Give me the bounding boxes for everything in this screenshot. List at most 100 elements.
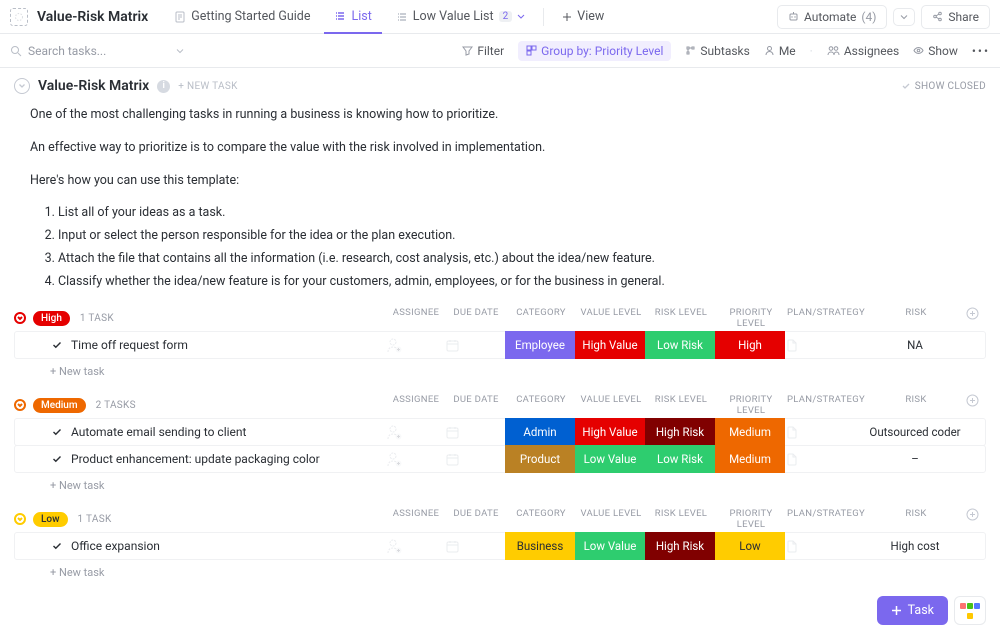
assignee-cell[interactable] [385, 423, 445, 441]
list-title[interactable]: Value-Risk Matrix [38, 78, 149, 94]
add-column[interactable] [966, 508, 986, 530]
col-category[interactable]: CATEGORY [506, 508, 576, 530]
col-value[interactable]: VALUE LEVEL [576, 508, 646, 530]
priority-badge[interactable]: High [33, 311, 70, 326]
priority-tag[interactable]: Medium [715, 418, 785, 446]
group-by-button[interactable]: Group by: Priority Level [518, 41, 671, 61]
tab-low-value-list[interactable]: Low Value List 2 [386, 0, 535, 34]
col-plan[interactable]: PLAN/STRATEGY [786, 508, 866, 530]
add-task-row[interactable]: + New task [14, 560, 986, 579]
risk-cell[interactable]: Outsourced coder [865, 425, 965, 439]
col-duedate[interactable]: DUE DATE [446, 307, 506, 329]
col-risk[interactable]: RISK [866, 307, 966, 329]
show-closed-toggle[interactable]: SHOW CLOSED [901, 81, 986, 92]
duedate-cell[interactable] [445, 539, 505, 554]
col-plan[interactable]: PLAN/STRATEGY [786, 307, 866, 329]
col-risklevel[interactable]: RISK LEVEL [646, 394, 716, 416]
automate-dropdown[interactable] [893, 8, 915, 26]
task-row[interactable]: Product enhancement: update packaging co… [14, 445, 986, 473]
tab-list[interactable]: List [324, 0, 381, 34]
priority-badge[interactable]: Low [33, 512, 68, 527]
category-tag[interactable]: Product [505, 445, 575, 473]
col-risklevel[interactable]: RISK LEVEL [646, 508, 716, 530]
assignee-cell[interactable] [385, 450, 445, 468]
plan-cell[interactable] [785, 539, 865, 553]
add-task-row[interactable]: + New task [14, 359, 986, 378]
more-menu[interactable]: ••• [972, 44, 990, 58]
priority-badge[interactable]: Medium [33, 398, 86, 413]
priority-tag[interactable]: High [715, 331, 785, 359]
category-tag[interactable]: Employee [505, 331, 575, 359]
value-tag[interactable]: High Value [575, 418, 645, 446]
search-input[interactable]: Search tasks... [10, 43, 450, 59]
task-row[interactable]: Time off request formEmployeeHigh ValueL… [14, 331, 986, 359]
plan-cell[interactable] [785, 452, 865, 466]
assignee-cell[interactable] [385, 537, 445, 555]
duedate-cell[interactable] [445, 338, 505, 353]
group-collapse[interactable] [14, 512, 28, 526]
risk-cell[interactable]: High cost [865, 539, 965, 553]
plan-cell[interactable] [785, 338, 865, 352]
col-risk[interactable]: RISK [866, 508, 966, 530]
risk-cell[interactable]: NA [865, 338, 965, 352]
col-category[interactable]: CATEGORY [506, 307, 576, 329]
col-assignee[interactable]: ASSIGNEE [386, 508, 446, 530]
col-duedate[interactable]: DUE DATE [446, 394, 506, 416]
priority-tag[interactable]: Low [715, 532, 785, 560]
desc-steps: List all of your ideas as a task. Input … [30, 204, 986, 291]
value-tag[interactable]: High Value [575, 331, 645, 359]
risklevel-tag[interactable]: Low Risk [645, 331, 715, 359]
automate-button[interactable]: Automate (4) [777, 5, 887, 29]
col-priority[interactable]: PRIORITY LEVEL [716, 394, 786, 416]
value-tag[interactable]: Low Value [575, 532, 645, 560]
col-priority[interactable]: PRIORITY LEVEL [716, 508, 786, 530]
col-priority[interactable]: PRIORITY LEVEL [716, 307, 786, 329]
category-tag[interactable]: Admin [505, 418, 575, 446]
risk-cell[interactable]: – [865, 452, 965, 466]
subtasks-button[interactable]: Subtasks [685, 44, 749, 58]
search-dropdown[interactable] [172, 43, 188, 59]
col-plan[interactable]: PLAN/STRATEGY [786, 394, 866, 416]
col-risk[interactable]: RISK [866, 394, 966, 416]
task-row[interactable]: Office expansionBusinessLow ValueHigh Ri… [14, 532, 986, 560]
share-button[interactable]: Share [921, 5, 990, 29]
task-row[interactable]: Automate email sending to clientAdminHig… [14, 418, 986, 446]
col-value[interactable]: VALUE LEVEL [576, 394, 646, 416]
risklevel-tag[interactable]: Low Risk [645, 445, 715, 473]
show-button[interactable]: Show [913, 44, 958, 58]
new-task-fab[interactable]: Task [877, 596, 948, 625]
assignee-cell[interactable] [385, 336, 445, 354]
col-category[interactable]: CATEGORY [506, 394, 576, 416]
collapse-toggle[interactable] [14, 78, 30, 94]
plan-cell[interactable] [785, 425, 865, 439]
folder-icon[interactable] [10, 8, 28, 26]
divider [543, 8, 544, 26]
page-title[interactable]: Value-Risk Matrix [37, 9, 148, 25]
apps-fab[interactable] [954, 596, 986, 625]
risklevel-tag[interactable]: High Risk [645, 532, 715, 560]
value-tag[interactable]: Low Value [575, 445, 645, 473]
add-task-row[interactable]: + New task [14, 473, 986, 492]
add-column[interactable] [966, 394, 986, 416]
filter-button[interactable]: Filter [462, 44, 504, 58]
list-title-wrap: Value-Risk Matrix i + NEW TASK [14, 78, 238, 94]
tab-getting-started[interactable]: Getting Started Guide [164, 0, 320, 34]
new-task-link[interactable]: + NEW TASK [178, 81, 237, 92]
assignees-button[interactable]: Assignees [827, 44, 899, 58]
me-button[interactable]: Me [764, 44, 796, 58]
add-column[interactable] [966, 307, 986, 329]
duedate-cell[interactable] [445, 452, 505, 467]
col-risklevel[interactable]: RISK LEVEL [646, 307, 716, 329]
tab-add-view[interactable]: View [552, 0, 614, 34]
priority-tag[interactable]: Medium [715, 445, 785, 473]
info-icon[interactable]: i [157, 80, 170, 93]
col-value[interactable]: VALUE LEVEL [576, 307, 646, 329]
category-tag[interactable]: Business [505, 532, 575, 560]
group-collapse[interactable] [14, 311, 28, 325]
col-duedate[interactable]: DUE DATE [446, 508, 506, 530]
risklevel-tag[interactable]: High Risk [645, 418, 715, 446]
duedate-cell[interactable] [445, 425, 505, 440]
group-collapse[interactable] [14, 398, 28, 412]
col-assignee[interactable]: ASSIGNEE [386, 394, 446, 416]
col-assignee[interactable]: ASSIGNEE [386, 307, 446, 329]
